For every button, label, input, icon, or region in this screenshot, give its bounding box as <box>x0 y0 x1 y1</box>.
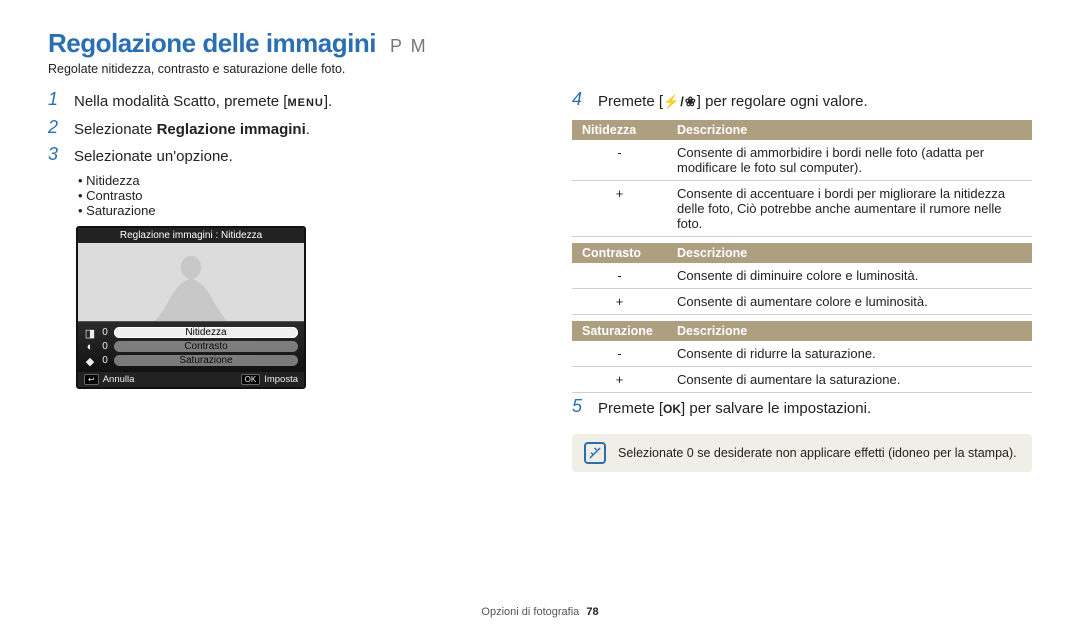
camera-row-saturazione: ◆ 0 Saturazione <box>84 355 298 367</box>
table-row: -Consente di diminuire colore e luminosi… <box>572 263 1032 289</box>
table-row: -Consente di ridurre la saturazione. <box>572 341 1032 367</box>
table-desc: Consente di ammorbidire i bordi nelle fo… <box>667 140 1032 181</box>
table-header: Descrizione <box>667 321 1032 341</box>
camera-set: OK Imposta <box>241 374 298 385</box>
table-row: +Consente di accentuare i bordi per migl… <box>572 180 1032 236</box>
sharpness-label: Nitidezza <box>114 327 298 338</box>
table-sign: + <box>572 288 667 314</box>
step-number-5: 5 <box>572 397 588 417</box>
step-5-text: Premete [OK] per salvare le impostazioni… <box>598 397 871 421</box>
info-table: ContrastoDescrizione-Consente di diminui… <box>572 243 1032 315</box>
saturation-label: Saturazione <box>114 355 298 366</box>
sharpness-value: 0 <box>100 327 110 338</box>
step-number-4: 4 <box>572 90 588 110</box>
table-header: Contrasto <box>572 243 667 263</box>
table-desc: Consente di aumentare colore e luminosit… <box>667 288 1032 314</box>
step-1-text: Nella modalità Scatto, premete [MENU]. <box>74 90 332 114</box>
table-row: -Consente di ammorbidire i bordi nelle f… <box>572 140 1032 181</box>
camera-row-contrasto: ◐ 0 Contrasto <box>84 341 298 353</box>
table-row: +Consente di aumentare la saturazione. <box>572 366 1032 392</box>
menu-icon: MENU <box>287 95 323 112</box>
info-table: SaturazioneDescrizione-Consente di ridur… <box>572 321 1032 393</box>
contrast-icon: ◐ <box>84 341 96 353</box>
table-header: Saturazione <box>572 321 667 341</box>
table-row: +Consente di aumentare colore e luminosi… <box>572 288 1032 314</box>
page-number: 78 <box>586 606 598 618</box>
bullet-nitidezza: Nitidezza <box>78 173 528 188</box>
ok-key-icon: OK <box>241 374 261 385</box>
table-sign: - <box>572 263 667 289</box>
camera-heading: Reglazione immagini : Nitidezza <box>78 228 304 243</box>
table-header: Descrizione <box>667 120 1032 140</box>
table-desc: Consente di accentuare i bordi per migli… <box>667 180 1032 236</box>
bullet-saturazione: Saturazione <box>78 203 528 218</box>
page-title: Regolazione delle immagini <box>48 28 376 59</box>
step-4-text: Premete [⚡/❀] per regolare ogni valore. <box>598 90 868 114</box>
ok-icon: OK <box>663 400 681 418</box>
tip-box: Selezionate 0 se desiderate non applicar… <box>572 434 1032 472</box>
camera-row-nitidezza: ◨ 0 Nitidezza <box>84 327 298 339</box>
page-footer: Opzioni di fotografia 78 <box>0 606 1080 618</box>
info-table: NitidezzaDescrizione-Consente di ammorbi… <box>572 120 1032 237</box>
step-number-1: 1 <box>48 90 64 110</box>
tip-text: Selezionate 0 se desiderate non applicar… <box>618 446 1017 460</box>
camera-screen-mock: Reglazione immagini : Nitidezza ◨ 0 Niti… <box>76 226 306 389</box>
saturation-icon: ◆ <box>84 355 96 367</box>
mode-badges: P M <box>390 36 428 57</box>
step-number-3: 3 <box>48 145 64 165</box>
step-2-text: Selezionate Reglazione immagini. <box>74 118 310 142</box>
intro-text: Regolate nitidezza, contrasto e saturazi… <box>48 62 1032 76</box>
table-sign: - <box>572 140 667 181</box>
table-sign: + <box>572 366 667 392</box>
table-desc: Consente di diminuire colore e luminosit… <box>667 263 1032 289</box>
back-key-icon: ↩ <box>84 374 99 385</box>
camera-cancel: ↩ Annulla <box>84 374 134 385</box>
step-3-text: Selezionate un'opzione. <box>74 145 233 169</box>
table-sign: + <box>572 180 667 236</box>
contrast-label: Contrasto <box>114 341 298 352</box>
note-icon <box>584 442 606 464</box>
table-header: Descrizione <box>667 243 1032 263</box>
bullet-contrasto: Contrasto <box>78 188 528 203</box>
flash-macro-icon: ⚡/❀ <box>663 94 697 109</box>
sharpness-icon: ◨ <box>84 327 96 339</box>
table-header: Nitidezza <box>572 120 667 140</box>
table-desc: Consente di ridurre la saturazione. <box>667 341 1032 367</box>
table-desc: Consente di aumentare la saturazione. <box>667 366 1032 392</box>
table-sign: - <box>572 341 667 367</box>
silhouette-icon <box>141 251 241 321</box>
step-number-2: 2 <box>48 118 64 138</box>
saturation-value: 0 <box>100 355 110 366</box>
contrast-value: 0 <box>100 341 110 352</box>
